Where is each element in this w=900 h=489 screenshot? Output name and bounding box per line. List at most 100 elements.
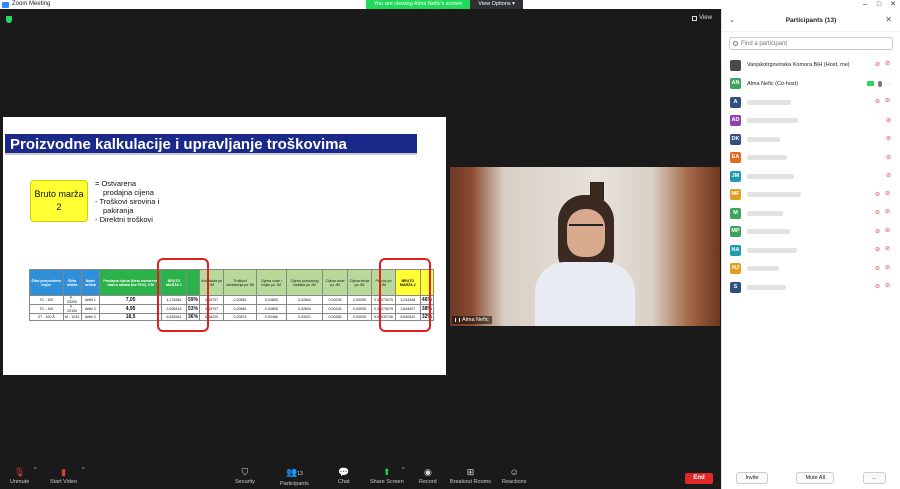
mic-muted-icon: ⊘ — [875, 228, 881, 235]
bullet-line: prodajna cijena — [103, 188, 154, 197]
close-panel-icon[interactable]: ✕ — [885, 15, 892, 24]
participant-row[interactable]: AD ⊘ — [722, 112, 900, 131]
minimize-icon[interactable]: – — [858, 0, 872, 9]
table-header-cell: Cijena pomoćnog radnika po JM — [285, 269, 324, 296]
table-header-cell: Cijena vode i trojke po JM — [255, 269, 287, 296]
muted-mic-icon: 🎙 — [13, 467, 26, 477]
audio-options-caret-icon[interactable]: ^ — [34, 467, 37, 473]
participant-name-blurred — [747, 266, 779, 272]
reactions-icon: ☺ — [509, 467, 519, 477]
participant-row[interactable]: JM ⊘ — [722, 167, 900, 186]
participant-body — [535, 262, 635, 326]
participant-row[interactable]: Vanjskotrgovinska Komora BiH (Host, me) ⊘… — [722, 56, 900, 75]
chat-icon: 💬 — [338, 467, 350, 477]
table-cell: 0,02604 — [285, 295, 324, 305]
view-button[interactable]: View — [692, 15, 712, 21]
grid-icon — [692, 15, 697, 21]
participant-row[interactable]: A ⊘ ⊘ — [722, 93, 900, 112]
chat-button[interactable]: 💬 Chat — [338, 467, 350, 485]
video-on-icon — [867, 80, 874, 86]
mic-muted-icon: ⊘ — [875, 99, 881, 105]
view-options-button[interactable]: View Options ▾ — [470, 0, 523, 9]
reactions-button[interactable]: ☺ Reactions — [502, 467, 526, 485]
security-shield-icon: ⛉ — [241, 467, 249, 477]
participant-status-icons: ⊘ — [886, 118, 892, 124]
bullet-line: - Troškovi sirovina i — [95, 197, 160, 206]
highlight-bruto-marza-1 — [157, 258, 209, 332]
collapse-icon[interactable]: ⌄ — [729, 16, 735, 24]
participant-row[interactable]: MP ⊘ ⊘ — [722, 223, 900, 242]
more-button[interactable]: ... — [862, 472, 886, 484]
unmute-button[interactable]: 🎙 Unmute — [10, 467, 29, 485]
chat-label: Chat — [338, 479, 350, 485]
participant-row[interactable]: EA ⊘ — [722, 149, 900, 168]
participants-icon: 👥13 — [285, 467, 303, 477]
highlight-bruto-marza-2 — [379, 258, 431, 332]
table-cell: 0,00226 — [322, 304, 348, 314]
participant-search-input[interactable]: Find a participant — [729, 37, 893, 50]
table-cell: 0,00005 — [346, 295, 373, 305]
avatar: NA — [730, 244, 741, 256]
participant-row[interactable]: MF ⊘ ⊘ — [722, 186, 900, 205]
share-options-caret-icon[interactable]: ^ — [402, 467, 405, 473]
video-nametag: Alma Nefic — [452, 316, 492, 324]
table-cell: 0,23874 — [223, 313, 257, 321]
mute-all-button[interactable]: Mute All — [796, 472, 835, 484]
table-cell: 0,02604 — [285, 304, 324, 314]
table-cell: Artikl 2 — [80, 304, 101, 314]
participant-name-blurred — [747, 136, 780, 142]
maximize-icon[interactable]: □ — [872, 0, 886, 9]
security-button[interactable]: ⛉ Security — [235, 467, 255, 485]
video-off-icon: ▮ — [61, 467, 67, 477]
window-controls: – □ ✕ — [858, 0, 900, 9]
table-cell: 18,5 — [99, 313, 162, 321]
participants-button[interactable]: 👥13 Participants — [280, 467, 309, 487]
avatar: A — [730, 96, 741, 108]
close-icon[interactable]: ✕ — [886, 0, 900, 9]
video-tile[interactable]: Alma Nefic — [450, 167, 720, 326]
participant-status-icons: ⊘ ⊘ — [875, 283, 892, 290]
participants-label: Participants — [280, 481, 309, 487]
participant-row[interactable]: NA ⊘ ⊘ — [722, 241, 900, 260]
start-video-button[interactable]: ▮ Start Video — [50, 467, 77, 485]
mic-muted-icon: ⊘ — [875, 265, 881, 272]
table-cell: 0,00466 — [255, 313, 287, 321]
video-options-caret-icon[interactable]: ^ — [82, 467, 85, 473]
slide-title-bar: Proizvodne kalkulacije i upravljanje tro… — [5, 134, 417, 155]
participant-status-icons: ⊘ ⊘ — [875, 98, 892, 105]
avatar: EA — [730, 152, 741, 164]
table-header-cell: Cijena vode po JM — [322, 269, 348, 296]
participant-row[interactable]: DK ⊘ — [722, 130, 900, 149]
shield-icon[interactable] — [6, 16, 12, 23]
participant-row[interactable]: AN Alma Nefic (Co-host) ⋯ — [722, 75, 900, 94]
participant-name-blurred — [747, 192, 801, 198]
more-icon[interactable]: ⋯ — [886, 81, 892, 87]
video-off-icon: ⊘ — [885, 246, 891, 252]
participant-row[interactable]: NJ ⊘ ⊘ — [722, 260, 900, 279]
table-header-cell: Šifra artikla — [62, 269, 82, 296]
avatar: JM — [730, 170, 741, 182]
record-button[interactable]: ◉ Record — [419, 467, 437, 485]
avatar: DK — [730, 133, 741, 145]
share-screen-button[interactable]: ⬆ Share Screen — [370, 467, 404, 485]
end-meeting-button[interactable]: End — [685, 473, 713, 484]
bruto-marza-box: Bruto marža 2 — [30, 180, 88, 222]
invite-button[interactable]: Invite — [736, 472, 768, 484]
participants-count: 13 — [297, 471, 303, 477]
table-cell: ZT - 100 Å — [29, 313, 64, 321]
participant-row[interactable]: M ⊘ ⊘ — [722, 204, 900, 223]
participant-row[interactable]: S ⊘ ⊘ — [722, 278, 900, 297]
unmute-label: Unmute — [10, 479, 30, 485]
table-cell: 7,05 — [99, 295, 162, 305]
bullet-line: pakiranja — [103, 206, 134, 215]
table-cell: M - 1043 — [62, 313, 82, 321]
table-cell: TC - 100 — [29, 295, 64, 305]
record-icon: ◉ — [423, 467, 432, 477]
breakout-rooms-button[interactable]: ⊞ Breakout Rooms — [450, 467, 491, 485]
avatar: M — [730, 207, 741, 219]
mic-muted-icon: ⊘ — [886, 136, 892, 142]
participant-name-blurred — [747, 229, 790, 235]
search-icon — [733, 41, 738, 46]
breakout-rooms-label: Breakout Rooms — [450, 479, 491, 485]
table-row: TC - 100 P - 20100 Artikl 2 4,95 2,62641… — [29, 304, 435, 314]
